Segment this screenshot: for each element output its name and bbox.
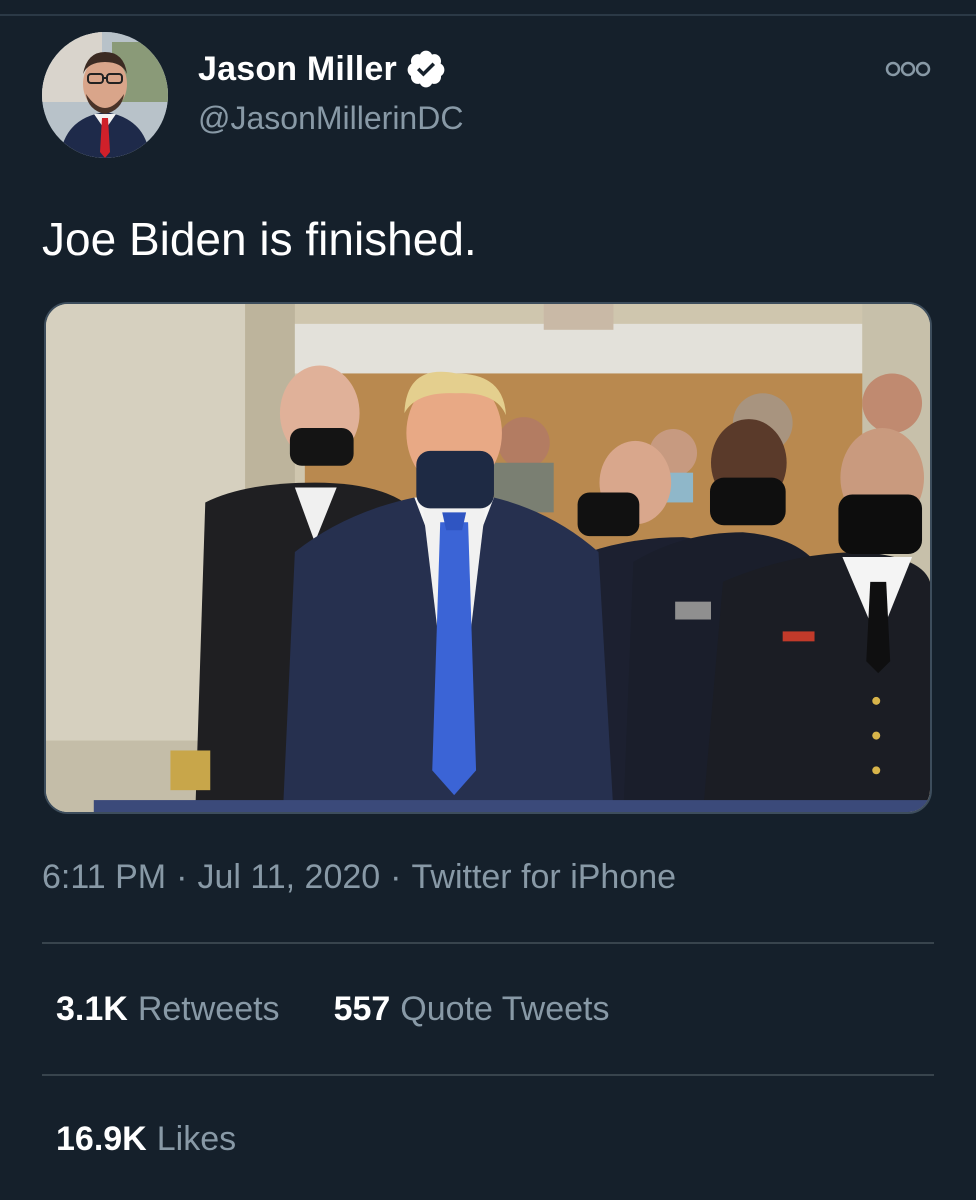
tweet-media-photo[interactable] (44, 302, 932, 814)
retweets-count: 3.1K (56, 990, 128, 1028)
likes-stat[interactable]: 16.9K Likes (56, 1120, 236, 1159)
author-avatar[interactable] (42, 32, 168, 158)
tweet-detail: Jason Miller @JasonMillerinDC Joe Biden … (0, 0, 976, 1200)
divider-meta (42, 942, 934, 944)
retweet-stats-row: 3.1K Retweets 557 Quote Tweets (56, 990, 609, 1029)
likes-count: 16.9K (56, 1120, 147, 1158)
quote-tweets-count: 557 (333, 990, 391, 1028)
meta-separator-2: · (390, 858, 402, 896)
likes-stats-row: 16.9K Likes (56, 1120, 236, 1159)
tweet-source[interactable]: Twitter for iPhone (412, 858, 677, 896)
likes-label: Likes (156, 1120, 237, 1158)
tweet-timestamp-row: 6:11 PM · Jul 11, 2020 · Twitter for iPhone (42, 858, 676, 897)
author-display-name[interactable]: Jason Miller (198, 50, 397, 89)
more-options-icon[interactable] (884, 58, 932, 80)
tweet-text: Joe Biden is finished. (42, 213, 477, 265)
quote-tweets-stat[interactable]: 557 Quote Tweets (334, 990, 610, 1029)
divider-stats (42, 1074, 934, 1076)
author-name-row[interactable]: Jason Miller (198, 48, 447, 90)
tweet-date[interactable]: Jul 11, 2020 (197, 858, 380, 896)
top-divider (0, 14, 976, 16)
tweet-time[interactable]: 6:11 PM (42, 858, 166, 896)
quote-tweets-label: Quote Tweets (400, 990, 610, 1028)
author-handle[interactable]: @JasonMillerinDC (198, 100, 463, 137)
verified-badge-icon (405, 48, 447, 90)
avatar-photo (42, 32, 168, 158)
photo-image (46, 304, 930, 812)
retweets-label: Retweets (137, 990, 280, 1028)
retweets-stat[interactable]: 3.1K Retweets (56, 990, 280, 1029)
meta-separator: · (176, 858, 188, 896)
